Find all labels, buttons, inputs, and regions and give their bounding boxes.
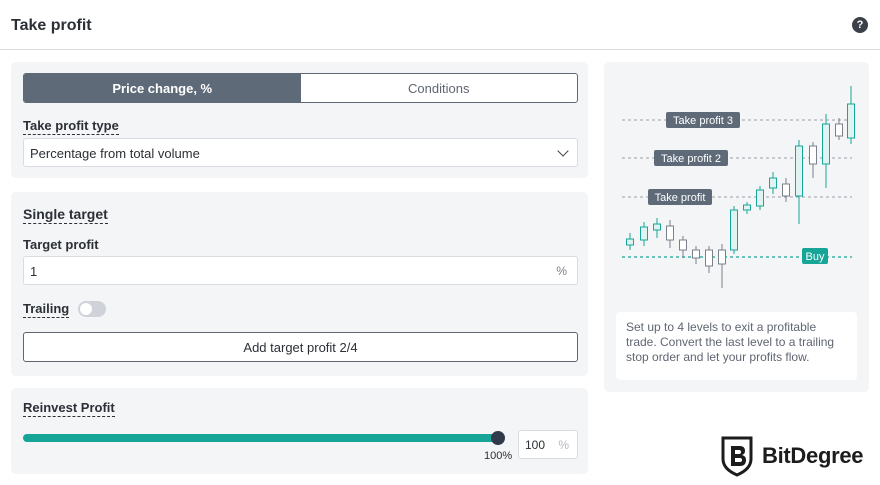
target-profit-label: Target profit: [23, 237, 99, 252]
reinvest-input[interactable]: 100 %: [518, 430, 578, 459]
take-profit-type-label-wrap: Take profit type: [23, 118, 119, 135]
brand-logo: BitDegree: [720, 434, 864, 478]
trailing-toggle[interactable]: [78, 301, 106, 317]
take-profit-type-select[interactable]: Percentage from total volume: [23, 138, 578, 167]
target-profit-input[interactable]: 1 %: [23, 256, 578, 285]
buy-label: Buy: [806, 251, 825, 263]
reinvest-label: Reinvest Profit: [23, 400, 115, 417]
take-profit-illustration: Take profit 3 Take profit 2 Take profit …: [622, 86, 855, 288]
reinvest-label-wrap: Reinvest Profit: [23, 400, 115, 417]
illustration-description: Set up to 4 levels to exit a profitable …: [616, 312, 857, 380]
tab-bar: Price change, % Conditions: [23, 73, 578, 103]
tab-conditions[interactable]: Conditions: [301, 74, 578, 102]
help-icon[interactable]: [852, 17, 868, 33]
add-target-profit-button[interactable]: Add target profit 2/4: [23, 332, 578, 362]
reinvest-input-unit: %: [558, 438, 569, 452]
take-profit-type-value: Percentage from total volume: [30, 146, 200, 161]
chevron-down-icon: [557, 145, 569, 157]
reinvest-input-value: 100: [525, 438, 546, 452]
reinvest-slider-handle[interactable]: [491, 431, 505, 445]
target-profit-value: 1: [30, 264, 38, 279]
page-header: Take profit: [0, 0, 880, 50]
trailing-label-wrap: Trailing: [23, 301, 70, 318]
illustration-panel: Take profit 3 Take profit 2 Take profit …: [604, 62, 869, 392]
shield-icon: [721, 436, 753, 477]
tp2-label: Take profit 2: [661, 153, 721, 165]
reinvest-slider-value: 100%: [484, 450, 513, 462]
trailing-label: Trailing: [23, 301, 70, 318]
target-profit-unit: %: [556, 264, 567, 278]
reinvest-panel: Reinvest Profit 100% 100 %: [11, 388, 588, 474]
tab-price-change[interactable]: Price change, %: [24, 74, 301, 102]
tp3-label: Take profit 3: [673, 115, 733, 127]
tp1-label: Take profit: [655, 192, 706, 204]
single-target-panel: Single target Target profit 1 % Trailing…: [11, 192, 588, 376]
reinvest-slider-track[interactable]: [23, 434, 499, 442]
single-target-heading-wrap: Single target: [23, 206, 108, 224]
page-title: Take profit: [11, 17, 92, 34]
brand-name: BitDegree: [762, 443, 864, 468]
single-target-heading: Single target: [23, 206, 108, 224]
take-profit-type-label: Take profit type: [23, 118, 119, 135]
take-profit-type-panel: Price change, % Conditions Take profit t…: [11, 62, 588, 178]
